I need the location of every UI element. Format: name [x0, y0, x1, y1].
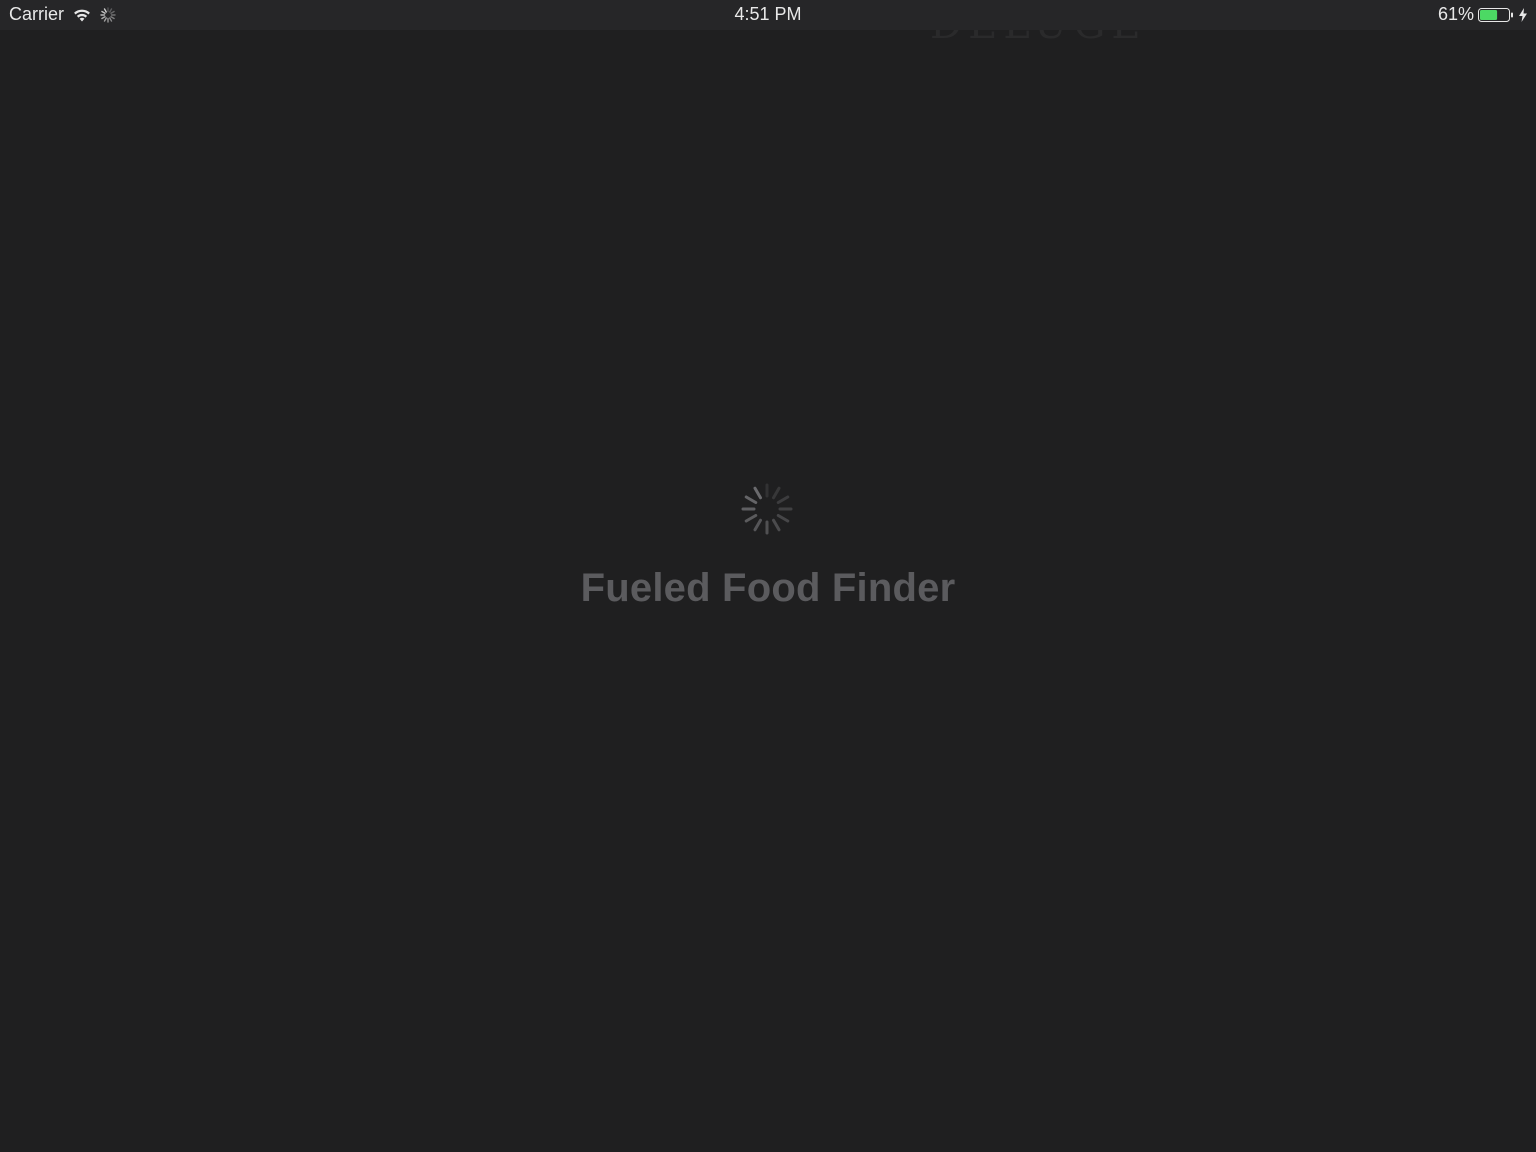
battery-icon [1478, 7, 1514, 23]
spinner-spoke [744, 495, 758, 504]
spinner-spoke [776, 514, 790, 523]
spinner-spoke [776, 495, 790, 504]
spinner-spoke [101, 15, 106, 19]
spinner-spoke [753, 486, 762, 500]
spinner-spoke [772, 518, 781, 532]
spinner-spoke [753, 518, 762, 532]
network-activity-spinner-icon [100, 6, 116, 23]
spinner-spoke [110, 15, 115, 19]
spinner-spoke [772, 486, 781, 500]
charging-bolt-icon [1518, 7, 1528, 23]
status-left: Carrier [9, 4, 116, 25]
spinner-spoke [744, 514, 758, 523]
app-title: Fueled Food Finder [580, 566, 956, 610]
carrier-label: Carrier [9, 4, 65, 24]
spinner-spoke [101, 10, 106, 14]
status-time: 4:51 PM [734, 4, 802, 24]
spinner-spoke [110, 10, 115, 14]
spinner-spoke [103, 16, 107, 22]
launch-screen: DELUGE Carrier 4:51 PM 61% [0, 0, 1536, 1152]
status-bar: Carrier 4:51 PM 61% [0, 0, 1536, 30]
wifi-icon [72, 7, 92, 23]
battery-percent: 61% [1437, 4, 1474, 24]
loading-spinner-icon [741, 483, 793, 535]
status-right: 61% [1438, 4, 1528, 25]
spinner-spoke [109, 7, 113, 13]
spinner-spoke [109, 16, 113, 22]
spinner-spoke [103, 7, 107, 13]
